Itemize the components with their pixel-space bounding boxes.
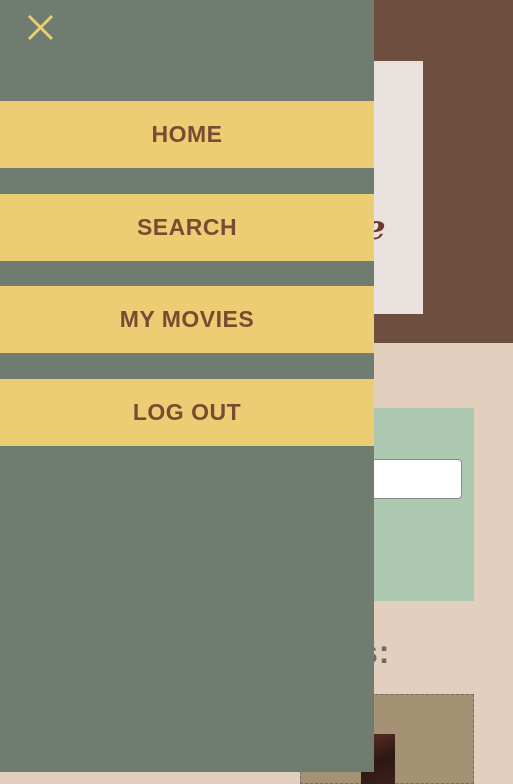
nav-item-log-out[interactable]: LOG OUT [0, 379, 374, 446]
nav-item-label: LOG OUT [132, 399, 242, 425]
nav-item-label: HOME [151, 121, 223, 147]
close-drawer-button[interactable] [21, 9, 59, 47]
nav-item-home[interactable]: HOME [0, 101, 374, 168]
side-drawer: HOME SEARCH MY MOVIES LOG OUT [0, 0, 374, 772]
close-icon [27, 14, 54, 41]
nav-item-label: MY MOVIES [119, 306, 255, 332]
nav-item-label: SEARCH [136, 214, 238, 240]
nav-item-search[interactable]: SEARCH [0, 194, 374, 261]
nav-item-my-movies[interactable]: MY MOVIES [0, 286, 374, 353]
